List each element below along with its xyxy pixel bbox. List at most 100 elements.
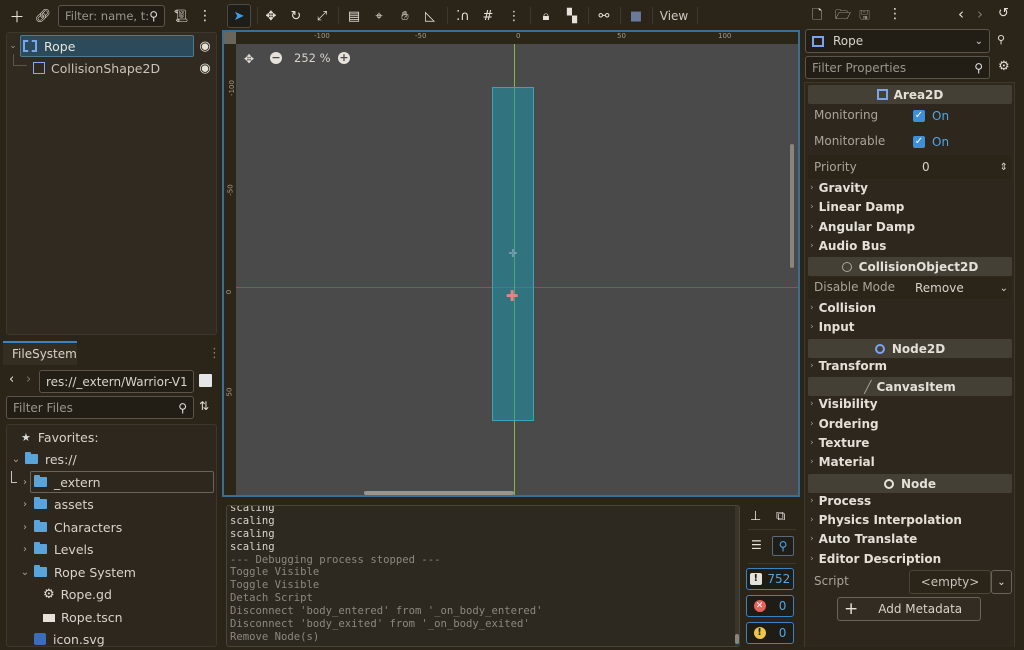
path-field[interactable]: res://_extern/Warrior-V1.3/	[39, 370, 194, 393]
resource-menu-button[interactable]: ⋮	[888, 6, 902, 22]
view-menu[interactable]: View	[655, 5, 693, 27]
warning-icon: !	[753, 627, 766, 639]
script-dropdown-button[interactable]: ⌄	[991, 570, 1012, 594]
back-button[interactable]: ‹	[9, 372, 14, 387]
pan-mode-button[interactable]: ✋︎	[394, 5, 416, 27]
section-area2d[interactable]: Area2D	[808, 85, 1012, 104]
node-origin-handle[interactable]: ✚	[505, 289, 519, 304]
group-transform[interactable]: › Transform	[810, 359, 887, 373]
scene-filter-input[interactable]: Filter: name, t:t ⚲	[58, 5, 165, 27]
monitoring-checkbox[interactable]: ✓ On	[913, 109, 949, 123]
group-collision[interactable]: › Collision	[810, 301, 876, 315]
fs-item-res[interactable]: ⌄ res://	[10, 448, 77, 470]
fs-item-rope-system[interactable]: ⌄ Rope System	[19, 561, 136, 583]
group-visibility[interactable]: › Visibility	[810, 397, 878, 411]
group-button[interactable]: ▚	[561, 5, 583, 27]
zoom-out-button[interactable]: −	[270, 52, 282, 64]
pivot-mode-button[interactable]: ⌖	[368, 5, 390, 27]
section-node2d[interactable]: Node2D	[808, 339, 1012, 358]
group-linear-damp[interactable]: › Linear Damp	[810, 200, 904, 214]
shape-center-handle[interactable]: ✛	[507, 248, 519, 260]
warnings-filter-button[interactable]: ! 0	[746, 622, 794, 644]
copy-output-button[interactable]: ⧉	[776, 509, 785, 524]
zoom-level[interactable]: 252 %	[294, 51, 331, 65]
output-log[interactable]: scaling scaling scaling scaling --- Debu…	[226, 505, 740, 647]
clear-output-button[interactable]: ⊥	[750, 509, 761, 524]
snap-options-button[interactable]: ⋮	[503, 5, 525, 27]
collapse-chevron-icon[interactable]: ⌄	[7, 41, 19, 51]
group-texture[interactable]: › Texture	[810, 436, 869, 450]
dock-menu-icon[interactable]: ⋮	[208, 346, 221, 361]
smart-snap-button[interactable]: ⁚∩	[452, 5, 474, 27]
horizontal-scrollbar[interactable]	[364, 491, 514, 495]
script-resource-picker[interactable]: <empty>	[909, 570, 991, 594]
add-node-button[interactable]: ＋	[7, 6, 27, 26]
instance-scene-button[interactable]: 🔗︎	[33, 6, 53, 26]
lock-button[interactable]: 🔒︎	[535, 5, 557, 27]
group-physics-interpolation[interactable]: › Physics Interpolation	[810, 513, 962, 527]
move-mode-button[interactable]: ✥	[260, 5, 282, 27]
vertical-scrollbar[interactable]	[790, 144, 794, 268]
section-node[interactable]: Node	[808, 474, 1012, 493]
fs-item-assets[interactable]: › assets	[19, 493, 94, 515]
canvas-viewport[interactable]: ✛ ✚ -100 -50 0 50 100 -100 -50 0 50 ✥ − …	[222, 30, 800, 497]
ruler-mode-button[interactable]: ◺	[419, 5, 441, 27]
group-material[interactable]: › Material	[810, 455, 875, 469]
scale-mode-button[interactable]: ⤢	[311, 5, 333, 27]
output-search-button[interactable]: ⚲	[772, 536, 794, 556]
filter-properties-input[interactable]: Filter Properties ⚲	[805, 56, 990, 79]
zoom-in-button[interactable]: +	[338, 52, 350, 64]
visibility-eye-icon[interactable]: ◉	[198, 39, 212, 54]
fs-item-extern[interactable]: › _extern	[19, 471, 101, 493]
list-select-button[interactable]: ▤	[343, 5, 365, 27]
new-resource-button[interactable]: 🗋︎	[812, 6, 822, 28]
visibility-eye-icon[interactable]: ◉	[198, 61, 212, 76]
history-back-button[interactable]: ‹	[958, 5, 964, 23]
sort-icon[interactable]: ⇅	[199, 399, 209, 413]
open-docs-button[interactable]: ⚲	[997, 33, 1005, 46]
favorites-item[interactable]: ★ Favorites:	[21, 426, 99, 448]
group-auto-translate[interactable]: › Auto Translate	[810, 532, 917, 546]
rotate-mode-button[interactable]: ↻	[285, 5, 307, 27]
save-resource-button[interactable]: 🖫︎	[859, 6, 870, 28]
add-metadata-button[interactable]: + Add Metadata	[837, 597, 981, 621]
errors-filter-button[interactable]: ✕ 0	[746, 595, 794, 617]
forward-button[interactable]: ›	[26, 372, 31, 387]
group-process[interactable]: › Process	[810, 494, 871, 508]
scene-menu-button[interactable]: ⋮	[195, 6, 215, 26]
monitorable-checkbox[interactable]: ✓ On	[913, 135, 949, 149]
tree-node-collisionshape2d[interactable]: CollisionShape2D ◉	[7, 54, 216, 79]
grid-snap-button[interactable]: #	[477, 5, 499, 27]
node-selector-dropdown[interactable]: Rope ⌄	[805, 29, 990, 53]
messages-filter-button[interactable]: ! 752	[746, 568, 794, 590]
group-ordering[interactable]: › Ordering	[810, 417, 879, 431]
group-editor-description[interactable]: › Editor Description	[810, 552, 941, 566]
disable-mode-dropdown[interactable]: Remove ⌄	[912, 277, 1012, 299]
inspector-options-button[interactable]: ⚙	[998, 59, 1010, 74]
load-resource-button[interactable]: 🗁︎	[835, 6, 851, 28]
tab-filesystem[interactable]: FileSystem	[3, 343, 77, 365]
group-input[interactable]: › Input	[810, 320, 855, 334]
attach-script-button[interactable]: 📜︎	[171, 6, 191, 26]
fs-item-rope-gd[interactable]: ⚙ Rope.gd	[43, 583, 112, 605]
history-icon[interactable]: ↺	[998, 6, 1009, 21]
section-collision-object2d[interactable]: CollisionObject2D	[808, 257, 1012, 276]
fs-item-levels[interactable]: › Levels	[19, 538, 94, 560]
center-view-button[interactable]: ✥	[244, 52, 254, 66]
group-audio-bus[interactable]: › Audio Bus	[810, 239, 886, 253]
toggle-split-mode-button[interactable]	[199, 374, 212, 387]
tree-node-rope[interactable]: ⌄ Rope ◉	[7, 35, 216, 57]
fs-item-rope-tscn[interactable]: Rope.tscn	[43, 606, 123, 628]
group-gravity[interactable]: › Gravity	[810, 181, 868, 195]
select-mode-button[interactable]: ➤	[227, 4, 251, 28]
priority-spinbox[interactable]: 0 ⇕	[912, 155, 1012, 179]
bone-button[interactable]: ⚯	[593, 5, 615, 27]
camera-override-button[interactable]: ■	[625, 5, 647, 27]
filter-files-input[interactable]: Filter Files ⚲	[6, 396, 194, 419]
history-forward-button[interactable]: ›	[977, 5, 983, 23]
collapse-output-button[interactable]: ☰	[751, 538, 762, 552]
group-angular-damp[interactable]: › Angular Damp	[810, 220, 915, 234]
output-scrollbar[interactable]	[735, 634, 739, 644]
section-canvas-item[interactable]: ╱ CanvasItem	[808, 377, 1012, 396]
fs-item-characters[interactable]: › Characters	[19, 516, 122, 538]
